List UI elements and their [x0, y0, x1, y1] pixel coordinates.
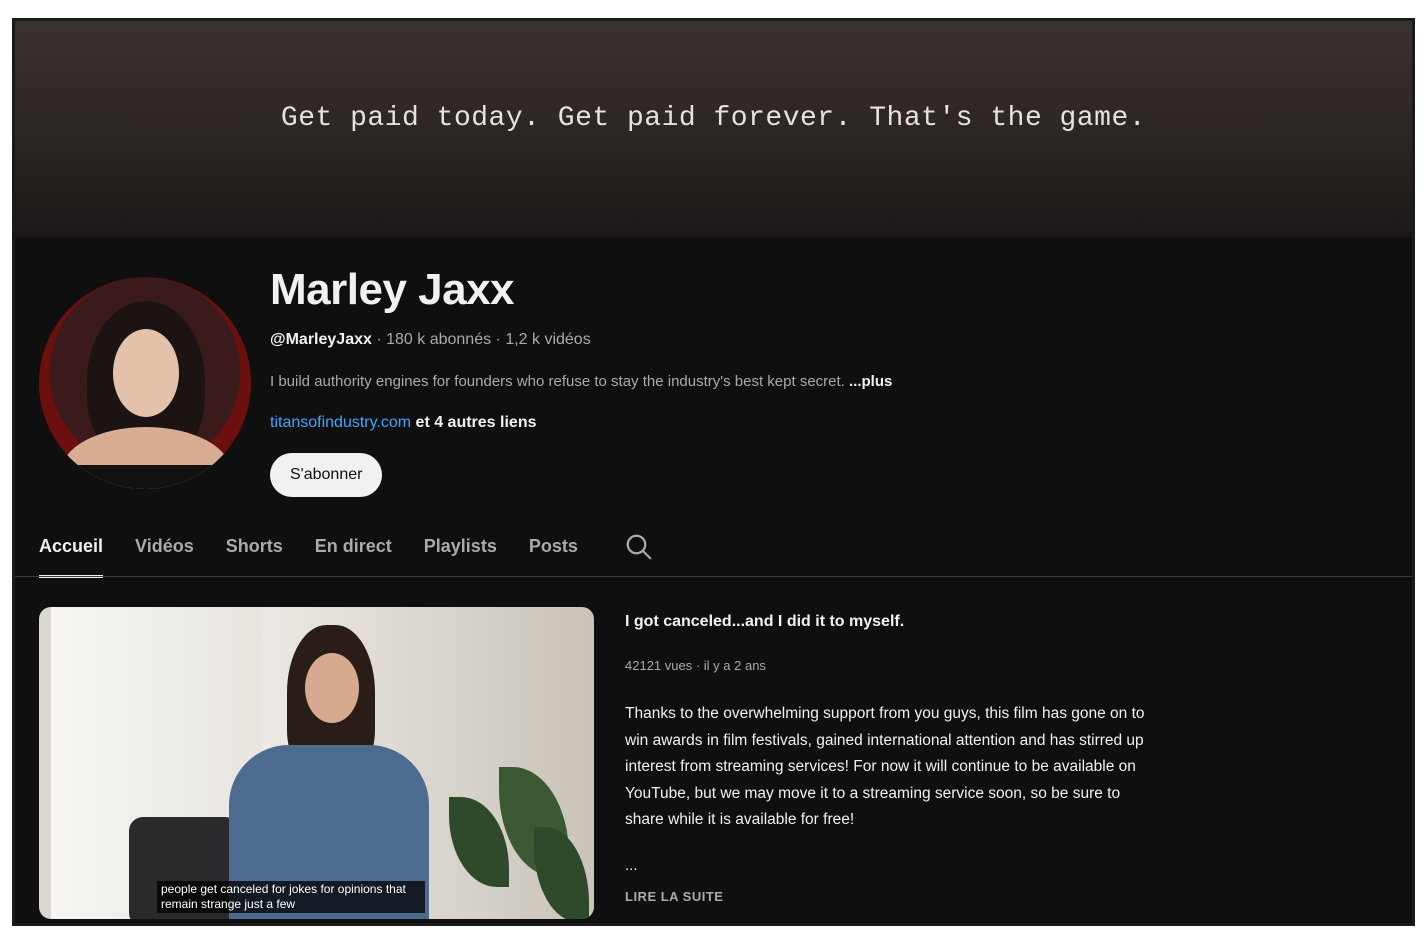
plant-leaf: [534, 827, 589, 919]
channel-handle: @MarleyJaxx: [270, 331, 372, 348]
search-icon[interactable]: [624, 532, 654, 562]
featured-video-description: Thanks to the overwhelming support from …: [625, 705, 1145, 828]
thumbnail-plant: [439, 757, 589, 919]
tab-posts[interactable]: Posts: [529, 526, 578, 574]
tab-playlists[interactable]: Playlists: [424, 526, 497, 574]
avatar-face: [113, 329, 179, 417]
tabs-divider: [15, 576, 1412, 577]
channel-avatar[interactable]: [39, 277, 251, 489]
meta-separator: ·: [491, 331, 506, 348]
video-count: 1,2 k vidéos: [505, 331, 591, 348]
description-ellipsis: ...: [625, 857, 638, 874]
tab-videos[interactable]: Vidéos: [135, 526, 194, 574]
video-caption: people get canceled for jokes for opinio…: [157, 881, 425, 913]
channel-tabs: Accueil Vidéos Shorts En direct Playlist…: [39, 526, 654, 578]
tab-en-direct[interactable]: En direct: [315, 526, 392, 574]
meta-separator: ·: [371, 331, 387, 348]
tab-accueil[interactable]: Accueil: [39, 526, 104, 578]
read-more-button[interactable]: LIRE LA SUITE: [625, 889, 723, 904]
person-face: [305, 653, 359, 723]
channel-description[interactable]: I build authority engines for founders w…: [270, 373, 892, 390]
channel-links: titansofindustry.com et 4 autres liens: [270, 414, 536, 432]
thumbnail-person: [229, 625, 429, 919]
other-links-button[interactable]: et 4 autres liens: [411, 414, 537, 431]
subscriber-count: 180 k abonnés: [386, 331, 492, 348]
channel-description-text: I build authority engines for founders w…: [270, 373, 850, 390]
channel-name: Marley Jaxx: [270, 265, 515, 314]
channel-website-link[interactable]: titansofindustry.com: [270, 414, 411, 431]
featured-video-meta: 42121 vues · il y a 2 ans: [625, 658, 766, 673]
channel-meta: @MarleyJaxx · 180 k abonnés · 1,2 k vidé…: [270, 331, 591, 349]
channel-banner: Get paid today. Get paid forever. That's…: [15, 21, 1412, 237]
featured-video-thumbnail[interactable]: people get canceled for jokes for opinio…: [39, 607, 594, 919]
tab-shorts[interactable]: Shorts: [226, 526, 283, 574]
youtube-channel-page: Get paid today. Get paid forever. That's…: [12, 18, 1415, 926]
subscribe-button[interactable]: S'abonner: [270, 453, 383, 497]
avatar-top: [59, 465, 233, 489]
featured-video-title[interactable]: I got canceled...and I did it to myself.: [625, 613, 904, 631]
banner-tagline: Get paid today. Get paid forever. That's…: [280, 103, 1147, 134]
search-icon-svg: [626, 534, 652, 560]
description-more-link[interactable]: ...plus: [849, 373, 892, 390]
